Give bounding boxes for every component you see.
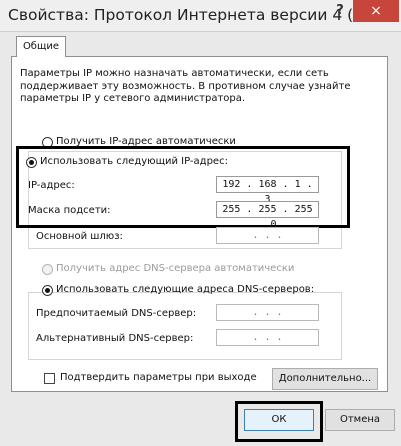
- help-button[interactable]: ?: [327, 0, 353, 22]
- advanced-button[interactable]: Дополнительно...: [272, 368, 378, 390]
- auto-dns-label: Получить адрес DNS-сервера автоматически: [56, 263, 295, 274]
- description-text: Параметры IP можно назначать автоматичес…: [20, 68, 351, 104]
- preferred-dns-label: Предпочитаемый DNS-сервер:: [36, 308, 197, 319]
- preferred-dns-field[interactable]: . . .: [216, 304, 319, 321]
- gateway-field[interactable]: . . .: [216, 227, 319, 244]
- tab-general[interactable]: Общие: [16, 36, 66, 57]
- manual-dns-label: Использовать следующие адреса DNS-сервер…: [56, 284, 315, 295]
- validate-on-exit-label: Подтвердить параметры при выходе: [60, 372, 257, 383]
- dns-settings-group: [28, 292, 342, 360]
- manual-dns-radio[interactable]: [42, 285, 53, 296]
- highlight-frame-ip: [16, 146, 350, 228]
- highlight-frame-ok: [235, 401, 323, 442]
- alternate-dns-field[interactable]: . . .: [216, 329, 319, 346]
- cancel-button[interactable]: Отмена: [325, 409, 395, 431]
- gateway-label: Основной шлюз:: [36, 231, 123, 242]
- auto-dns-radio[interactable]: [42, 264, 53, 275]
- alternate-dns-label: Альтернативный DNS-сервер:: [36, 333, 194, 344]
- close-button[interactable]: ×: [353, 0, 399, 22]
- validate-on-exit-checkbox[interactable]: [44, 373, 55, 384]
- title-bar: Свойства: Протокол Интернета версии 4 (T…: [0, 0, 401, 32]
